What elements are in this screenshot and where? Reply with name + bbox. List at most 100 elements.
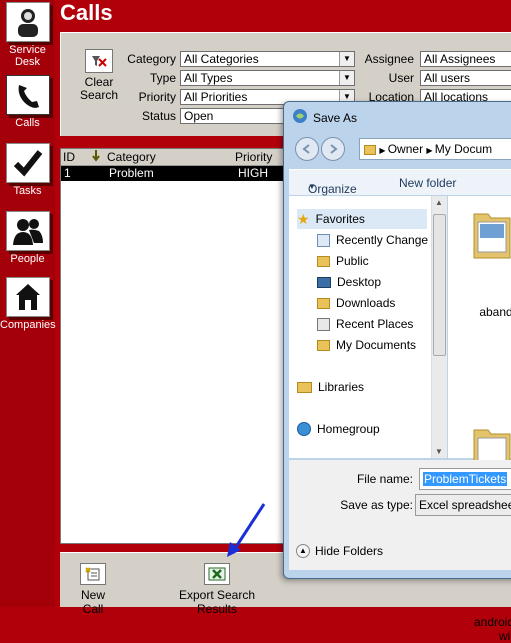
forward-arrow-icon: [330, 144, 338, 154]
nav-label: Favorites: [315, 212, 365, 226]
file-name-input[interactable]: ProblemTickets: [419, 468, 511, 490]
sidebar-item-label: Service Desk: [9, 44, 46, 68]
category-value: All Categories: [184, 52, 259, 66]
chevron-down-icon: ▼: [308, 182, 316, 191]
user-value: All users: [424, 71, 471, 85]
column-header-priority[interactable]: Priority: [235, 150, 272, 164]
nav-item-my-documents[interactable]: My Documents: [317, 335, 416, 355]
folder-icon: [473, 213, 511, 259]
folder-icon: [317, 255, 330, 267]
export-label: Export Search Results: [178, 588, 256, 616]
new-call-button[interactable]: New Call: [70, 563, 116, 616]
sidebar-item-service-desk[interactable]: Service Desk: [0, 2, 55, 68]
sort-arrow-icon: [91, 149, 101, 166]
chevron-up-icon: ▲: [296, 544, 310, 558]
nav-item-homegroup[interactable]: Homegroup: [297, 419, 380, 439]
breadcrumb-separator: ▶: [426, 146, 435, 155]
new-call-icon: [80, 563, 106, 585]
nav-item-recent-places[interactable]: Recent Places: [317, 314, 413, 334]
libraries-icon: [297, 381, 312, 393]
chevron-down-icon: ▼: [339, 71, 354, 85]
scroll-down-icon[interactable]: ▼: [435, 447, 443, 456]
assignee-value: All Assignees: [424, 52, 496, 66]
column-header-id[interactable]: ID: [63, 150, 75, 164]
category-label: Category: [127, 52, 176, 66]
homegroup-icon: [297, 422, 311, 436]
save-as-dialog: Save As ▶ Owner ▶ My Docum Organize ▼ Ne…: [283, 101, 511, 643]
recent-icon: [317, 233, 330, 247]
type-label: Type: [149, 71, 176, 85]
downloads-folder-icon: [317, 297, 330, 309]
hide-folders-button[interactable]: ▲ Hide Folders: [296, 544, 383, 558]
assignee-select[interactable]: All Assignees: [420, 51, 511, 67]
nav-item-favorites[interactable]: ★ Favorites: [297, 209, 427, 229]
excel-icon: [204, 563, 230, 585]
column-header-category[interactable]: Category: [107, 150, 156, 164]
scrollbar-thumb[interactable]: [433, 214, 446, 356]
desktop-icon: [317, 276, 331, 288]
nav-item-libraries[interactable]: Libraries: [297, 377, 364, 397]
back-button[interactable]: [295, 137, 319, 161]
forward-button[interactable]: [321, 137, 345, 161]
checkmark-icon: [5, 143, 50, 183]
search-label: Search: [79, 88, 119, 102]
clear-search-icon: [85, 49, 113, 73]
documents-folder-icon: [317, 339, 330, 351]
sidebar-item-people[interactable]: People: [0, 211, 55, 265]
nav-label: Recently Change: [336, 233, 429, 247]
back-arrow-icon: [302, 144, 310, 154]
nav-label: My Documents: [336, 338, 417, 352]
type-select[interactable]: All Types ▼: [180, 70, 355, 86]
save-as-icon: [292, 108, 308, 127]
nav-item-downloads[interactable]: Downloads: [317, 293, 395, 313]
page-title: Calls: [60, 0, 113, 25]
annotation-arrow-icon: [227, 503, 266, 557]
address-bar[interactable]: ▶ Owner ▶ My Docum: [359, 138, 511, 160]
cell-priority: HIGH: [238, 166, 268, 180]
nav-label: Homegroup: [317, 422, 380, 436]
nav-label: Public: [336, 254, 369, 268]
user-select[interactable]: All users: [420, 70, 511, 86]
nav-item-recently-changed[interactable]: Recently Change: [317, 230, 428, 250]
file-name-value: ProblemTickets: [423, 472, 508, 486]
export-search-results-button[interactable]: Export Search Results: [162, 563, 272, 616]
recent-places-icon: [317, 317, 330, 331]
status-value: Open: [184, 109, 214, 123]
sidebar-item-label: Calls: [15, 117, 40, 129]
sidebar: Service Desk Calls Tasks People Companie…: [0, 0, 56, 607]
sidebar-item-tasks[interactable]: Tasks: [0, 143, 55, 197]
sidebar-item-label: Tasks: [13, 185, 42, 197]
dialog-title: Save As: [313, 110, 358, 125]
cell-id: 1: [64, 166, 71, 180]
nav-label: Downloads: [336, 296, 396, 310]
list-item[interactable]: android win: [448, 324, 511, 643]
sidebar-item-companies[interactable]: Companies: [0, 277, 56, 331]
file-name: aband: [479, 305, 511, 319]
file-list: aband android win: [448, 196, 511, 643]
breadcrumb-my-documents[interactable]: My Docum: [435, 142, 492, 156]
scroll-up-icon[interactable]: ▲: [435, 198, 443, 207]
assignee-label: Assignee: [364, 52, 414, 66]
navigation-pane: ★ Favorites Recently Change Public Deskt…: [289, 196, 447, 458]
new-folder-button[interactable]: New folder: [399, 176, 456, 190]
sidebar-item-label: People: [10, 253, 45, 265]
star-icon: ★: [297, 210, 310, 227]
status-label: Status: [141, 109, 176, 123]
save-as-type-select[interactable]: Excel spreadsheet: [415, 494, 511, 516]
save-as-type-value: Excel spreadsheet: [419, 498, 511, 512]
breadcrumb-owner[interactable]: Owner: [388, 142, 423, 156]
nav-label: Desktop: [337, 275, 382, 289]
nav-item-public[interactable]: Public: [317, 251, 369, 271]
sidebar-item-calls[interactable]: Calls: [0, 75, 55, 129]
hide-folders-label: Hide Folders: [315, 544, 384, 558]
phone-icon: [5, 75, 50, 115]
category-select[interactable]: All Categories ▼: [180, 51, 355, 67]
people-icon: [5, 211, 50, 251]
priority-value: All Priorities: [184, 90, 248, 104]
clear-search-button[interactable]: Clear Search: [77, 49, 121, 102]
list-item[interactable]: aband: [448, 196, 511, 319]
nav-item-desktop[interactable]: Desktop: [317, 272, 381, 292]
nav-pane-scrollbar[interactable]: ▲ ▼: [431, 196, 447, 458]
sidebar-item-label: Companies: [0, 319, 56, 331]
file-name-line2: win: [498, 629, 511, 643]
